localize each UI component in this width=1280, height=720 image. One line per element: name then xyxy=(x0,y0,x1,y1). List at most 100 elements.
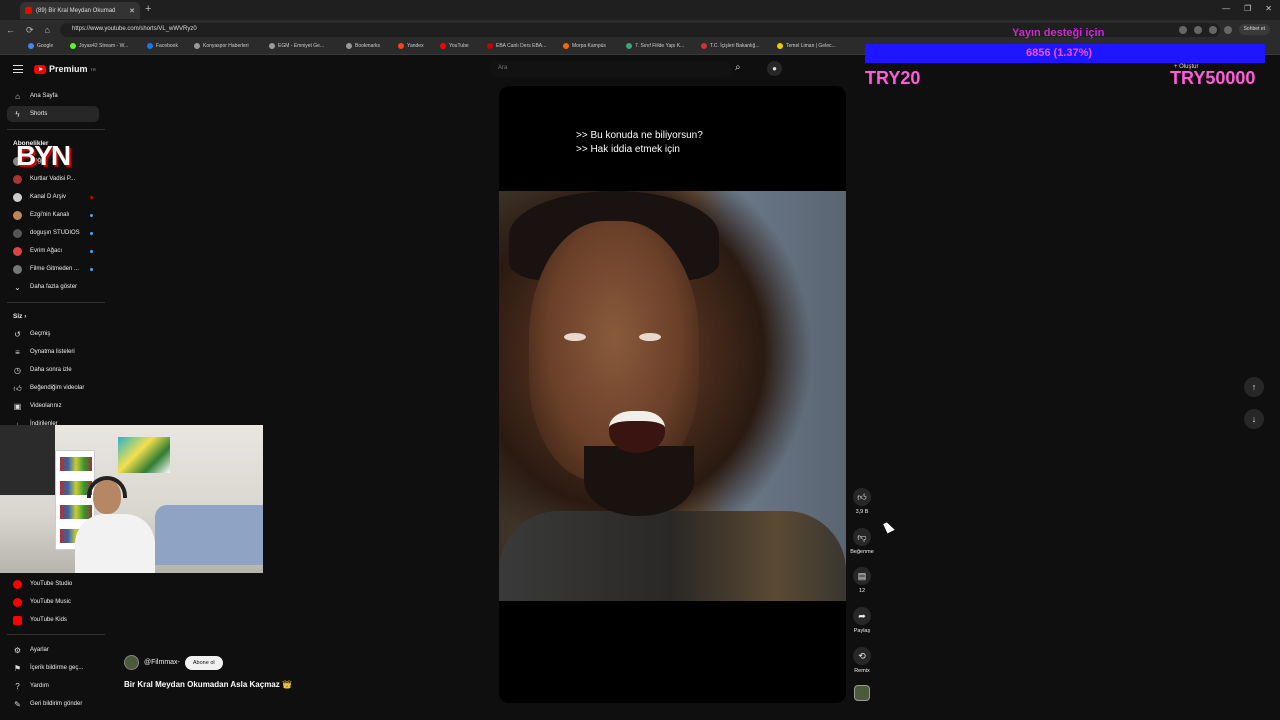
like-action[interactable]: 👍︎ 3,9 B xyxy=(848,488,876,515)
comment-count: 12 xyxy=(858,588,866,594)
home-icon[interactable]: ⌂ xyxy=(45,25,50,36)
bookmark[interactable]: Joyas42 Stream - W... xyxy=(70,43,128,49)
extension-icon[interactable] xyxy=(1208,25,1217,34)
extension-icon[interactable] xyxy=(1178,25,1187,34)
like-count: 3,9 B xyxy=(855,509,869,515)
sidebar-item-studio[interactable]: YouTube Studio xyxy=(7,576,99,592)
bookmark[interactable]: Bookmarks xyxy=(346,43,380,49)
share-action[interactable]: ➦ Paylaş xyxy=(848,607,876,634)
bookmark[interactable]: Yandex xyxy=(398,43,424,49)
bookmark[interactable]: Temel Liman | Gelec... xyxy=(777,43,836,49)
clock-icon: ◷ xyxy=(14,365,21,375)
menu-icon[interactable] xyxy=(13,65,23,73)
globe-icon xyxy=(194,43,200,49)
browser-tab-bar: (89) Bir Kral Meydan Okumad ✕ + — ❐ ✕ xyxy=(0,0,1280,20)
subscription-item[interactable]: Kurtlar Vadisi P... xyxy=(7,171,99,187)
youtube-icon xyxy=(440,43,446,49)
video-title: Bir Kral Meydan Okumadan Asla Kaçmaz 👑 xyxy=(124,680,292,689)
video-owner: @Filmmax- Abone ol xyxy=(124,655,223,670)
webcam-dark-panel xyxy=(0,425,55,495)
sidebar-item-liked[interactable]: 👍︎ Beğendiğim videolar xyxy=(7,380,99,396)
yandex-icon xyxy=(398,43,404,49)
extensions-area: Sohbet et xyxy=(1178,24,1270,35)
previous-short-icon[interactable]: ↑ xyxy=(1244,377,1264,397)
reload-icon[interactable]: ⟳ xyxy=(26,25,34,36)
subscription-item[interactable]: Ezgi'nin Kanalı xyxy=(7,207,99,223)
bookmark[interactable]: EBA Canlı Ders EBA... xyxy=(487,43,546,49)
morpa-icon xyxy=(563,43,569,49)
new-tab-icon[interactable]: + xyxy=(145,3,151,15)
search-input[interactable]: Ara xyxy=(490,61,732,77)
sidebar-item-shorts[interactable]: ϟ Shorts xyxy=(7,106,99,122)
sound-channel-icon[interactable] xyxy=(854,685,870,701)
remix-action[interactable]: ⟲ Remix xyxy=(848,647,876,674)
search-icon[interactable]: ⌕ xyxy=(735,62,741,73)
streamer xyxy=(75,476,155,573)
sidebar-item-kids[interactable]: YouTube Kids xyxy=(7,612,99,628)
youtube-logo[interactable]: Premium TR xyxy=(34,64,96,74)
tab-title: (89) Bir Kral Meydan Okumad xyxy=(36,7,116,14)
next-short-icon[interactable]: ↓ xyxy=(1244,409,1264,429)
sidebar-item-feedback[interactable]: ✎ Geri bildirim gönder xyxy=(7,696,99,712)
sidebar-item-playlists[interactable]: ≡ Oynatma listeleri xyxy=(7,344,99,360)
bookmark[interactable]: Morpa Kampüs xyxy=(563,43,606,49)
sidebar-item-watch-later[interactable]: ◷ Daha sonra izle xyxy=(7,362,99,378)
window-controls: — ❐ ✕ xyxy=(1222,4,1272,13)
new-content-dot xyxy=(90,267,93,271)
sidebar: ⌂ Ana Sayfa ϟ Shorts Abonelikler Doğa Kurt… xyxy=(0,84,108,720)
sidebar-item-music[interactable]: YouTube Music xyxy=(7,594,99,610)
divider xyxy=(7,129,105,130)
ministry-icon xyxy=(701,43,707,49)
close-window-icon[interactable]: ✕ xyxy=(1265,4,1272,13)
minimize-icon[interactable]: — xyxy=(1222,4,1230,13)
thumbs-down-icon[interactable]: 👎︎ xyxy=(853,528,871,546)
subscription-item[interactable]: Evrim Ağacı xyxy=(7,243,99,259)
thumbs-up-icon[interactable]: 👍︎ xyxy=(853,488,871,506)
bookmark[interactable]: EGM - Emniyet Ge... xyxy=(269,43,324,49)
subscribe-button[interactable]: Abone ol xyxy=(184,655,223,670)
bookmark[interactable]: Konyaspor Haberleri xyxy=(194,43,249,49)
microphone-icon[interactable]: ● xyxy=(767,61,782,76)
divider xyxy=(7,302,105,303)
remix-icon[interactable]: ⟲ xyxy=(853,647,871,665)
subscription-item[interactable]: doguşın STUDIOS xyxy=(7,225,99,241)
feedback-icon: ✎ xyxy=(14,699,21,709)
back-icon[interactable]: ← xyxy=(6,25,15,36)
sidebar-item-report[interactable]: ⚑ İçerik bildirme geç... xyxy=(7,660,99,676)
youtube-favicon-icon xyxy=(25,7,32,14)
donation-goal-max: TRY50000 xyxy=(1170,68,1256,88)
extension-icon[interactable] xyxy=(1223,25,1232,34)
chevron-down-icon: ⌄ xyxy=(14,282,21,292)
channel-handle[interactable]: @Filmmax- xyxy=(144,659,180,666)
close-tab-icon[interactable]: ✕ xyxy=(129,7,135,15)
facebook-icon xyxy=(147,43,153,49)
comment-icon[interactable]: ▤ xyxy=(853,567,871,585)
subscription-item[interactable]: Kanal D Arşiv xyxy=(7,189,99,205)
bookmark[interactable]: 7. Sınıf Fiilde Yapı K... xyxy=(626,43,684,49)
sidebar-item-your-videos[interactable]: ▣ Videolarınız xyxy=(7,398,99,414)
sidebar-item-home[interactable]: ⌂ Ana Sayfa xyxy=(7,88,99,104)
subscription-item[interactable]: Filme Gitmeden ... xyxy=(7,261,99,277)
bookmark[interactable]: T.C. İçişleri Bakanlığ... xyxy=(701,43,759,49)
bookmark[interactable]: YouTube xyxy=(440,43,469,49)
channel-avatar xyxy=(13,192,22,202)
sidebar-item-settings[interactable]: ⚙ Ayarlar xyxy=(7,642,99,658)
bookmark[interactable]: Google xyxy=(28,43,53,49)
bookmark[interactable]: Facebook xyxy=(147,43,178,49)
chat-button[interactable]: Sohbet et xyxy=(1238,24,1270,35)
music-icon xyxy=(13,597,22,607)
shorts-player[interactable]: >> Bu konuda ne biliyorsun? >> Hak iddia… xyxy=(499,86,846,703)
new-content-dot xyxy=(90,231,93,235)
browser-tab[interactable]: (89) Bir Kral Meydan Okumad ✕ xyxy=(20,2,140,19)
sidebar-item-history[interactable]: ↺ Geçmiş xyxy=(7,326,99,342)
dislike-action[interactable]: 👎︎ Beğenme xyxy=(848,528,876,555)
you-heading[interactable]: Siz › xyxy=(13,313,26,320)
nav-buttons: ← ⟳ ⌂ xyxy=(6,25,50,36)
channel-avatar[interactable] xyxy=(124,655,139,670)
comments-action[interactable]: ▤ 12 xyxy=(848,567,876,594)
sidebar-item-help[interactable]: ? Yardım xyxy=(7,678,99,694)
extension-icon[interactable] xyxy=(1193,25,1202,34)
maximize-icon[interactable]: ❐ xyxy=(1244,4,1251,13)
show-more-button[interactable]: ⌄ Daha fazla göster xyxy=(7,279,99,295)
share-icon[interactable]: ➦ xyxy=(853,607,871,625)
